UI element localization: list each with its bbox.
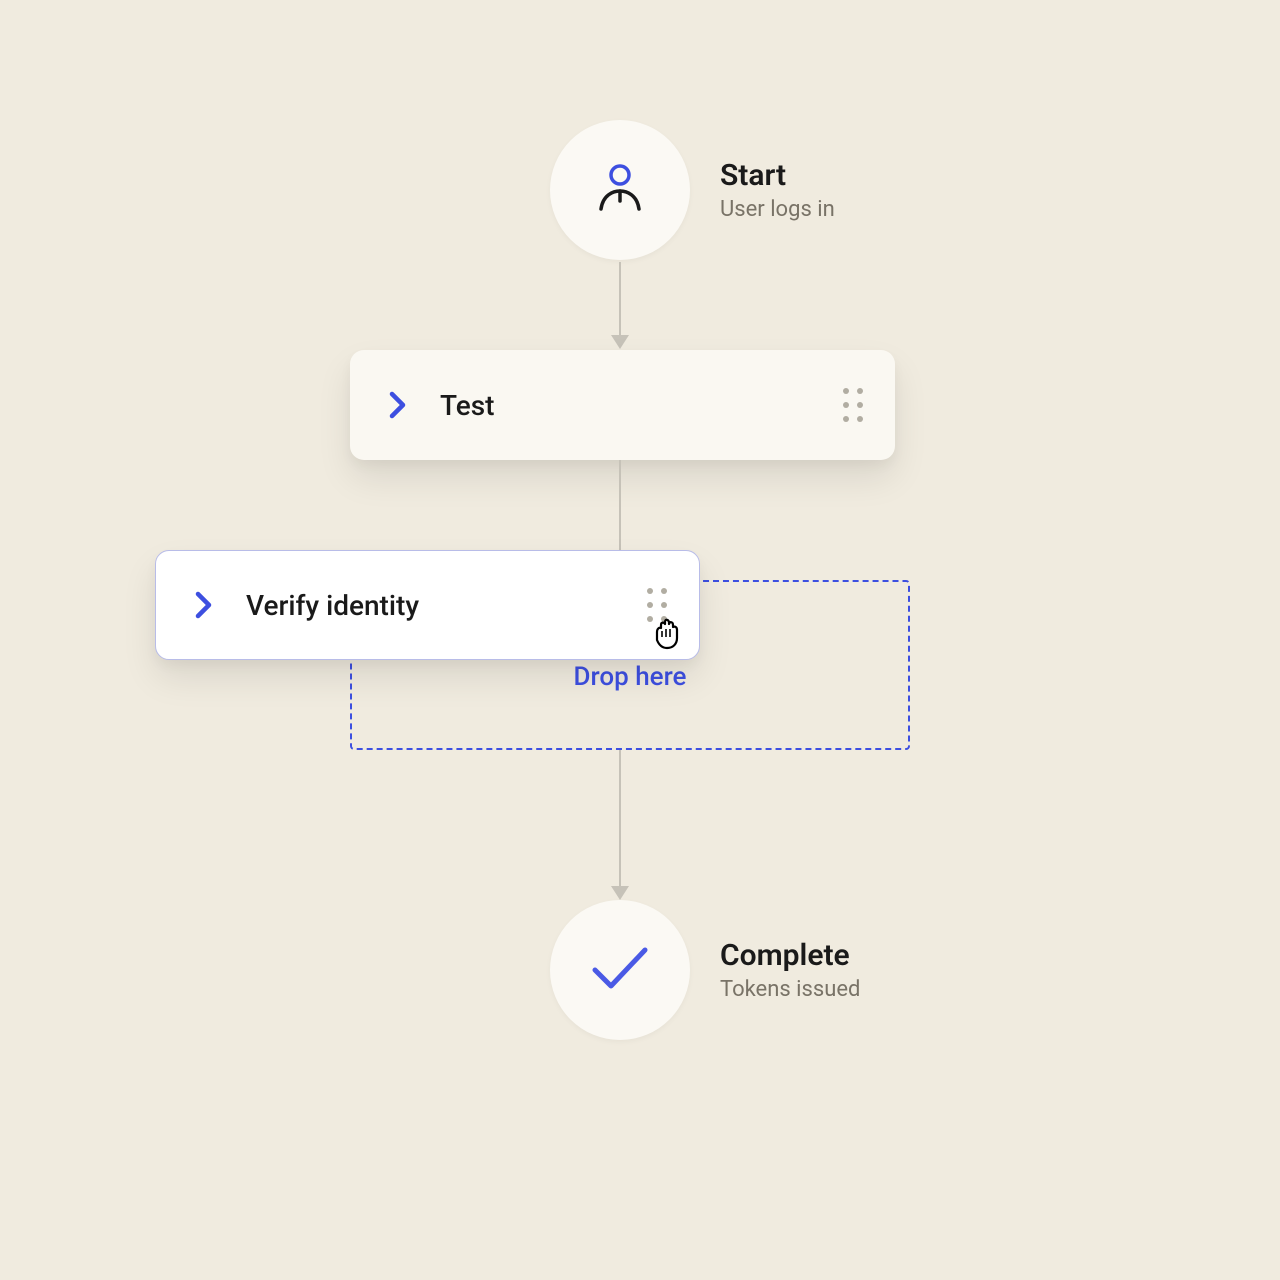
complete-subtitle: Tokens issued — [720, 977, 860, 1002]
step-label: Test — [440, 389, 841, 422]
connector-arrow — [619, 262, 621, 337]
start-subtitle: User logs in — [720, 197, 835, 222]
start-labels: Start User logs in — [720, 158, 835, 222]
chevron-right-icon — [388, 390, 408, 420]
drop-zone-label: Drop here — [574, 662, 687, 692]
step-card-test[interactable]: Test — [350, 350, 895, 460]
start-node[interactable]: Start User logs in — [550, 120, 835, 260]
user-icon — [591, 159, 649, 221]
flow-canvas: Start User logs in Test Drop here Verify… — [0, 0, 1280, 1280]
step-card-verify-identity[interactable]: Verify identity — [155, 550, 700, 660]
start-title: Start — [720, 158, 835, 193]
grab-cursor-icon — [648, 612, 688, 656]
arrowhead-icon — [611, 886, 629, 900]
arrowhead-icon — [611, 335, 629, 349]
connector-arrow — [619, 460, 621, 560]
connector-arrow — [619, 748, 621, 888]
complete-title: Complete — [720, 938, 860, 973]
complete-node[interactable]: Complete Tokens issued — [550, 900, 860, 1040]
check-icon — [585, 938, 655, 1002]
drag-handle-icon[interactable] — [841, 387, 865, 423]
step-label: Verify identity — [246, 589, 645, 622]
start-circle — [550, 120, 690, 260]
complete-labels: Complete Tokens issued — [720, 938, 860, 1002]
complete-circle — [550, 900, 690, 1040]
chevron-right-icon — [194, 590, 214, 620]
